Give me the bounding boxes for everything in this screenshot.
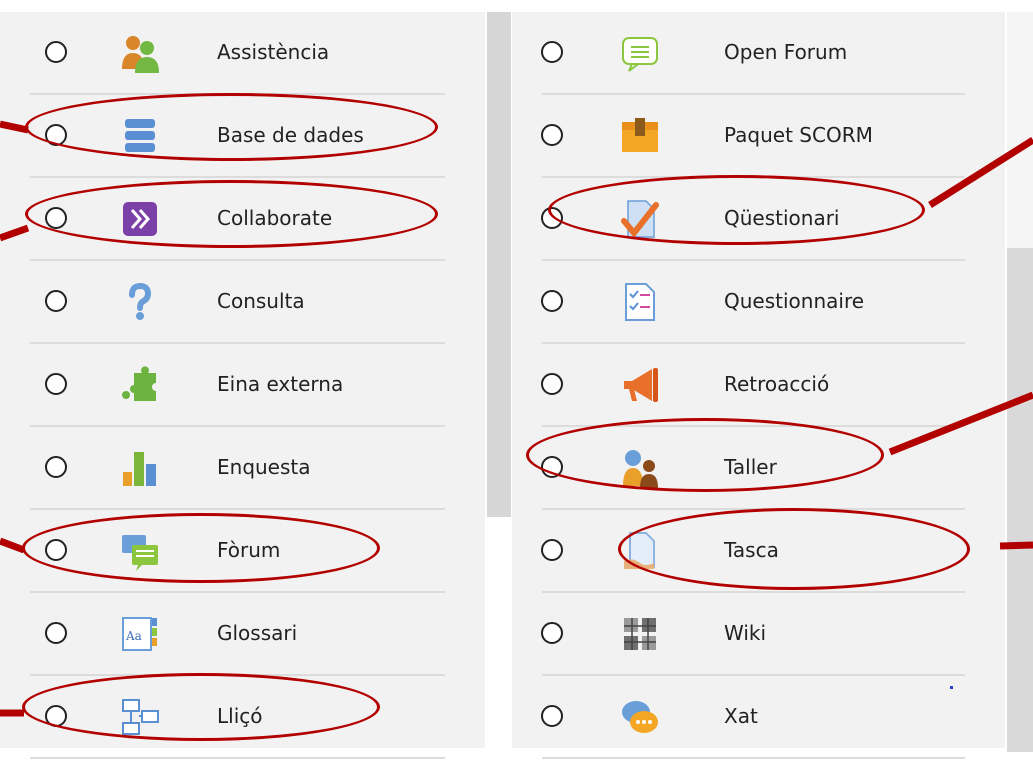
pointer-lines (0, 120, 1033, 717)
stray-dot (950, 686, 953, 689)
pointer-line-questionari (928, 137, 1033, 208)
pointer-line-base-de-dades (0, 120, 29, 134)
pointer-line-collaborate (0, 224, 30, 242)
pointer-line-forum (0, 537, 26, 554)
pointer-line-taller (888, 391, 1033, 456)
pointer-line-tasca (999, 541, 1033, 550)
